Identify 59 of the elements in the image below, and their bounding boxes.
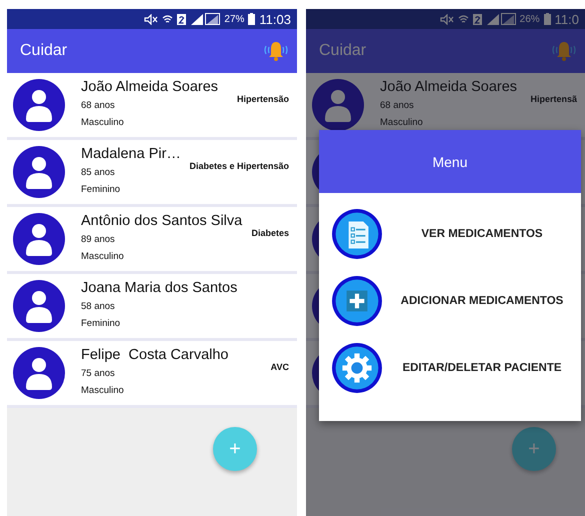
avatar-icon: [13, 280, 65, 332]
patient-row[interactable]: Madalena Pir… 85 anos Diabetes e Hipertensão Feminino: [7, 140, 297, 207]
menu-item[interactable]: ADICIONAR MEDICAMENTOS: [319, 274, 581, 327]
patient-row[interactable]: Felipe Costa Carvalho 75 anos AVC Masculino: [7, 341, 297, 408]
patient-name: Joana Maria dos Santos: [81, 280, 238, 296]
patient-condition: Diabetes: [251, 228, 289, 240]
patient-age: 68 anos: [380, 99, 415, 114]
patient-sex: Masculino: [81, 384, 125, 398]
sim-icon: [177, 14, 186, 24]
battery-level: 27%: [224, 14, 244, 24]
clock: 11:03: [259, 12, 291, 26]
avatar-icon: [13, 213, 65, 265]
app-title: Cuidar: [20, 42, 68, 60]
avatar-icon: [312, 79, 364, 131]
patient-name: Felipe Costa Carvalho: [81, 347, 230, 364]
patient-age: 85 anos: [81, 166, 116, 180]
patient-sex: Feminino: [81, 316, 122, 331]
avatar-icon: [13, 146, 65, 198]
battery-icon: [248, 13, 256, 25]
patient-name: João Almeida Soares: [81, 79, 220, 96]
patient-name: Madalena Pir…: [81, 146, 182, 162]
patient-condition: Diabetes e Hipertensão: [189, 161, 289, 174]
menu-item[interactable]: EDITAR/DELETAR PACIENTE: [319, 341, 581, 394]
wifi-icon: [458, 14, 469, 24]
wifi-icon: [162, 14, 174, 24]
add-icon: [331, 274, 383, 326]
settings-icon: [331, 342, 383, 394]
dialog-title: Menu: [432, 154, 468, 170]
patient-sex: Masculino: [81, 116, 125, 130]
patient-condition: Hipertensão: [236, 94, 289, 106]
patient-sex: Feminino: [81, 182, 122, 197]
avatar-icon: [13, 79, 65, 131]
bell-icon[interactable]: [551, 40, 577, 62]
avatar-icon: [13, 347, 65, 399]
patient-age: 68 anos: [81, 99, 116, 114]
clock: 11:0: [554, 12, 579, 26]
patient-row[interactable]: Joana Maria dos Santos 58 anos Feminino: [7, 274, 297, 341]
app-title: Cuidar: [319, 42, 366, 60]
patient-row[interactable]: Antônio dos Santos Silva 89 anos Diabetes Masculino: [7, 207, 297, 274]
signal-icon: [486, 13, 516, 25]
patient-sex: Masculino: [81, 250, 125, 264]
signal-icon: [190, 13, 220, 25]
list-icon: [331, 208, 383, 260]
patient-age: 89 anos: [81, 233, 116, 248]
bell-icon[interactable]: [263, 40, 289, 62]
patient-age: 75 anos: [81, 367, 116, 382]
patient-condition: AVC: [270, 362, 289, 374]
patient-name: João Almeida Soares: [380, 79, 518, 96]
patient-row[interactable]: João Almeida Soares 68 anos Hipertensão Masculino: [7, 73, 297, 140]
sim-icon: [472, 14, 482, 24]
patient-age: 58 anos: [81, 300, 116, 314]
patient-sex: Masculino: [380, 116, 424, 130]
mute-icon: [144, 14, 158, 24]
mute-icon: [440, 14, 454, 24]
patient-condition: Hipertensã: [530, 94, 577, 106]
battery-icon: [544, 13, 551, 25]
battery-level: 26%: [520, 14, 540, 24]
patient-name: Antônio dos Santos Silva: [81, 213, 244, 230]
menu-item[interactable]: VER MEDICAMENTOS: [319, 207, 581, 260]
